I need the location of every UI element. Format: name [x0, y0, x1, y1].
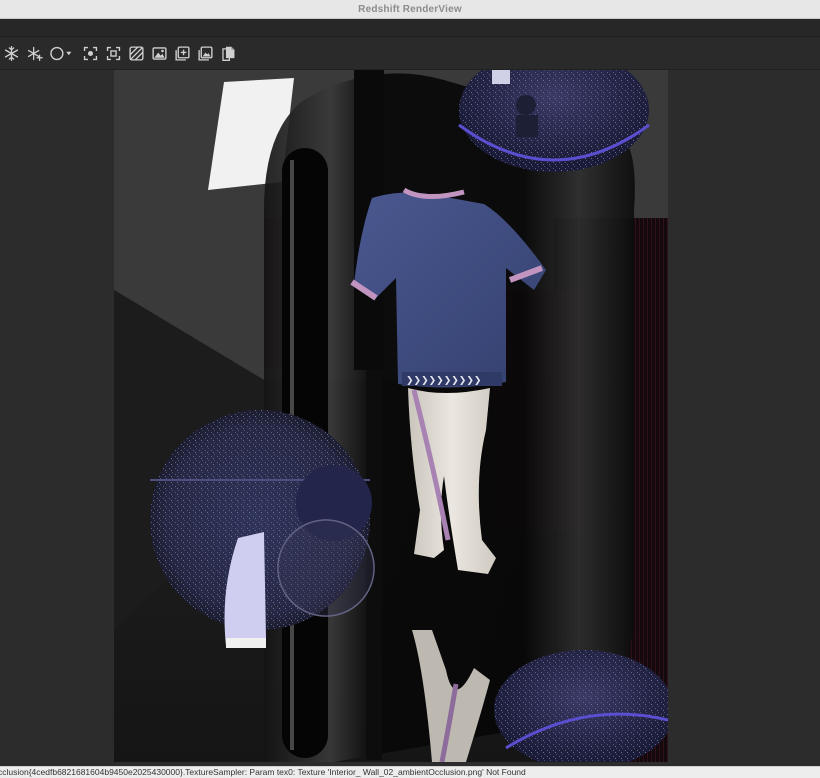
frame-fit-button[interactable] [103, 42, 123, 64]
image-compare-icon [197, 45, 213, 61]
render-toolbar [0, 37, 820, 70]
region-focus-icon [83, 46, 97, 60]
top-disc-figure-body [516, 115, 538, 137]
render-image[interactable]: ❯❯❯❯❯❯❯❯❯❯ [114, 70, 668, 762]
brush-adjust-button[interactable] [126, 42, 146, 64]
brush-adjust-icon [128, 45, 144, 61]
top-disc-figure-head [516, 95, 536, 115]
large-disc-panel-edge [226, 638, 266, 648]
circle-dropdown-button[interactable] [47, 42, 77, 64]
copy-icon [221, 46, 234, 61]
snowflake-button[interactable] [1, 42, 21, 64]
small-glass-bubble-fill [278, 520, 374, 616]
image-compare-button[interactable] [195, 42, 215, 64]
copy-button[interactable] [218, 42, 238, 64]
status-message: cclusion{4cedfb6821681604b9450e202543000… [0, 767, 526, 777]
snowflake-plus-icon [27, 46, 43, 61]
snapshot-add-button[interactable] [172, 42, 192, 64]
circle-dropdown-icon [50, 46, 72, 60]
snowflake-icon [4, 45, 18, 61]
frame-fit-icon [106, 46, 120, 60]
menu-strip [0, 19, 820, 37]
image-icon [151, 46, 167, 60]
snowflake-plus-button[interactable] [24, 42, 44, 64]
status-bar: cclusion{4cedfb6821681604b9450e202543000… [0, 766, 820, 778]
window-title: Redshift RenderView [358, 3, 462, 15]
window-titlebar: Redshift RenderView [0, 0, 820, 19]
image-button[interactable] [149, 42, 169, 64]
top-disc-glint [492, 70, 510, 84]
tshirt-hem-pattern: ❯❯❯❯❯❯❯❯❯❯ [406, 376, 481, 386]
snapshot-add-icon [174, 45, 190, 61]
region-focus-button[interactable] [80, 42, 100, 64]
